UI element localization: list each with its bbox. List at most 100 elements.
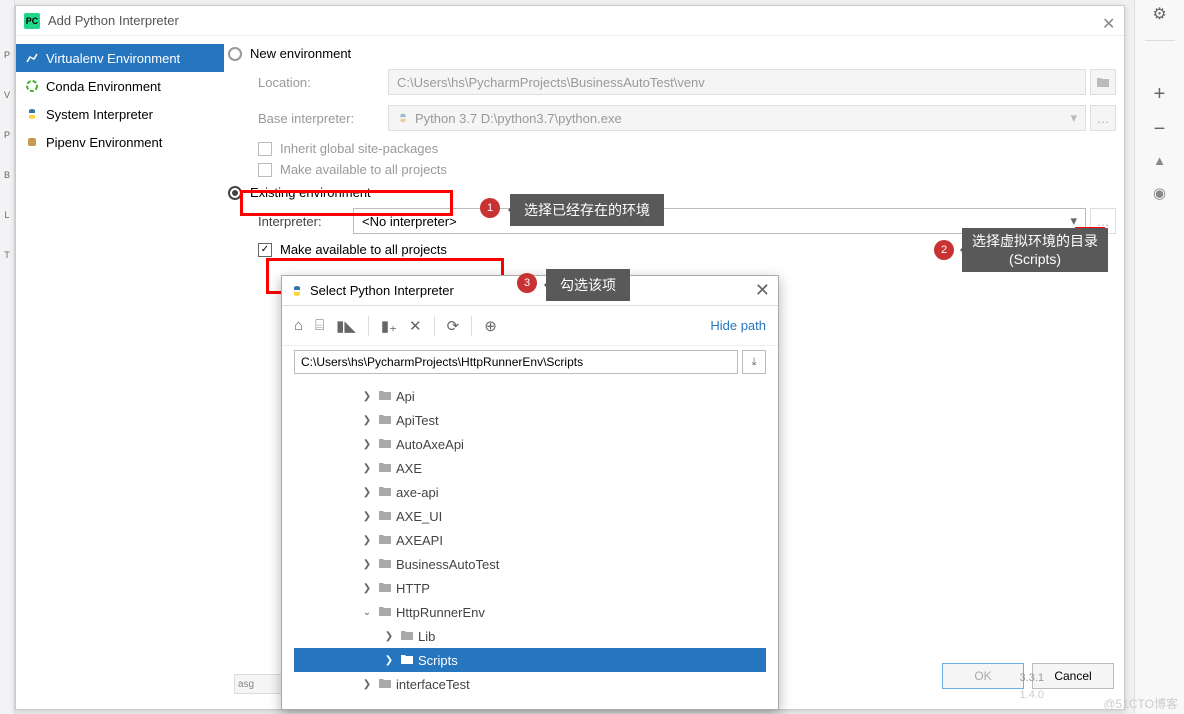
chevron-right-icon: ❯ — [360, 415, 374, 426]
select-interpreter-dialog: Select Python Interpreter ✕ ⌂ ⌸ ▮◣ ▮₊ ✕ … — [281, 275, 779, 710]
radio-selected-icon — [228, 186, 242, 200]
folder-icon — [400, 653, 414, 668]
tree-item-label: Api — [396, 389, 415, 404]
env-label: Virtualenv Environment — [46, 51, 180, 66]
cancel-button[interactable]: Cancel — [1032, 663, 1114, 689]
add-icon[interactable]: + — [1154, 83, 1166, 106]
tree-item-autoaxeapi[interactable]: ❯ AutoAxeApi — [294, 432, 766, 456]
existing-env-label: Existing environment — [250, 185, 371, 200]
chevron-right-icon: ❯ — [382, 655, 396, 666]
tree-item-scripts[interactable]: ❯ Scripts — [294, 648, 766, 672]
tree-item-axe_ui[interactable]: ❯ AXE_UI — [294, 504, 766, 528]
env-label: Pipenv Environment — [46, 135, 162, 150]
location-input: C:\Users\hs\PycharmProjects\BusinessAuto… — [388, 69, 1086, 95]
hide-path-link[interactable]: Hide path — [710, 318, 766, 333]
dialog-title: Add Python Interpreter — [48, 13, 179, 28]
tree-item-label: AXEAPI — [396, 533, 443, 548]
base-interp-input: Python 3.7 D:\python3.7\python.exe ▾ — [388, 105, 1086, 131]
annotation-badge-3: 3 — [517, 273, 537, 293]
env-virtualenv[interactable]: Virtualenv Environment — [16, 44, 224, 72]
chevron-right-icon: ❯ — [360, 511, 374, 522]
tree-item-axeapi[interactable]: ❯ AXEAPI — [294, 528, 766, 552]
existing-env-radio-row[interactable]: Existing environment — [228, 185, 1116, 200]
tree-item-axe-api[interactable]: ❯axe-api — [294, 480, 766, 504]
folder-tree[interactable]: ❯Api❯ApiTest❯AutoAxeApi❯AXE❯axe-api❯AXE_… — [282, 378, 778, 701]
folder-icon — [378, 461, 392, 476]
tree-item-label: Scripts — [418, 653, 458, 668]
browse-location-button — [1090, 69, 1116, 95]
chevron-down-icon: ⌄ — [360, 607, 374, 618]
chevron-right-icon: ❯ — [360, 583, 374, 594]
home-icon[interactable]: ⌂ — [294, 317, 303, 334]
new-env-radio-row[interactable]: New environment — [228, 46, 1116, 61]
folder-icon — [378, 437, 392, 452]
annotation-tooltip-2: 选择虚拟环境的目录 (Scripts) — [962, 228, 1108, 272]
chevron-right-icon: ❯ — [360, 439, 374, 450]
annotation-tooltip-1: 选择已经存在的环境 — [510, 194, 664, 226]
project-icon[interactable]: ▮◣ — [336, 317, 356, 335]
env-system[interactable]: System Interpreter — [16, 100, 224, 128]
inherit-checkbox-row: Inherit global site-packages — [258, 141, 1116, 156]
pycharm-icon: PC — [24, 13, 40, 29]
tree-item-businessautotest[interactable]: ❯ BusinessAutoTest — [294, 552, 766, 576]
folder-icon — [378, 389, 392, 404]
folder-icon — [378, 413, 392, 428]
folder-icon — [378, 581, 392, 596]
new-folder-icon[interactable]: ▮₊ — [381, 317, 397, 335]
tree-item-apitest[interactable]: ❯ ApiTest — [294, 408, 766, 432]
eye-icon[interactable]: ◉ — [1153, 184, 1166, 202]
tree-item-lib[interactable]: ❯ Lib — [294, 624, 766, 648]
python-icon — [24, 106, 40, 122]
make-available-checkbox-row: Make available to all projects — [258, 162, 1116, 177]
tree-item-http[interactable]: ❯ HTTP — [294, 576, 766, 600]
inner-title-text: Select Python Interpreter — [310, 283, 454, 298]
folder-icon — [378, 677, 392, 692]
folder-icon — [378, 533, 392, 548]
tree-item-label: HTTP — [396, 581, 430, 596]
desktop-icon[interactable]: ⌸ — [315, 317, 324, 334]
tree-item-label: Lib — [418, 629, 435, 644]
inner-close-button[interactable]: ✕ — [755, 280, 770, 301]
tree-item-interfacetest[interactable]: ❯interfaceTest — [294, 672, 766, 696]
annotation-tooltip-3: 勾选该项 — [546, 269, 630, 301]
tree-item-label: AutoAxeApi — [396, 437, 464, 452]
close-button[interactable]: ✕ — [1102, 14, 1116, 28]
radio-unselected-icon — [228, 47, 242, 61]
env-label: Conda Environment — [46, 79, 161, 94]
chevron-right-icon: ❯ — [360, 535, 374, 546]
tree-item-label: BusinessAutoTest — [396, 557, 499, 572]
up-arrow-icon[interactable]: ▲ — [1153, 153, 1166, 168]
selector-toolbar: ⌂ ⌸ ▮◣ ▮₊ ✕ ⟳ ⊕ Hide path — [282, 306, 778, 346]
chevron-right-icon: ❯ — [360, 559, 374, 570]
ok-button[interactable]: OK — [942, 663, 1024, 689]
folder-icon — [400, 629, 414, 644]
show-hidden-icon[interactable]: ⊕ — [484, 317, 497, 335]
env-conda[interactable]: Conda Environment — [16, 72, 224, 100]
base-interp-label: Base interpreter: — [258, 111, 388, 126]
tree-item-axe[interactable]: ❯AXE — [294, 456, 766, 480]
version-text: 3.3.1 — [1020, 672, 1044, 684]
annotation-badge-2: 2 — [934, 240, 954, 260]
tree-item-label: HttpRunnerEnv — [396, 605, 485, 620]
path-input[interactable] — [294, 350, 738, 374]
gear-icon[interactable]: ⚙ — [1152, 4, 1166, 24]
env-pipenv[interactable]: Pipenv Environment — [16, 128, 224, 156]
checkbox-icon — [258, 163, 272, 177]
tree-item-label: interfaceTest — [396, 677, 470, 692]
version-text: 1.4.0 — [1020, 689, 1044, 701]
path-history-button[interactable]: ⤓ — [742, 350, 766, 374]
delete-icon[interactable]: ✕ — [409, 317, 422, 335]
new-env-label: New environment — [250, 46, 351, 61]
tree-item-label: ApiTest — [396, 413, 439, 428]
tree-item-api[interactable]: ❯Api — [294, 384, 766, 408]
location-label: Location: — [258, 75, 388, 90]
refresh-icon[interactable]: ⟳ — [447, 317, 460, 335]
chevron-right-icon: ❯ — [382, 631, 396, 642]
chevron-right-icon: ❯ — [360, 487, 374, 498]
remove-icon[interactable]: − — [1154, 118, 1166, 141]
tree-item-label: AXE_UI — [396, 509, 442, 524]
virtualenv-icon — [24, 50, 40, 66]
interpreter-label: Interpreter: — [258, 214, 353, 229]
env-label: System Interpreter — [46, 107, 153, 122]
tree-item-httprunnerenv[interactable]: ⌄ HttpRunnerEnv — [294, 600, 766, 624]
